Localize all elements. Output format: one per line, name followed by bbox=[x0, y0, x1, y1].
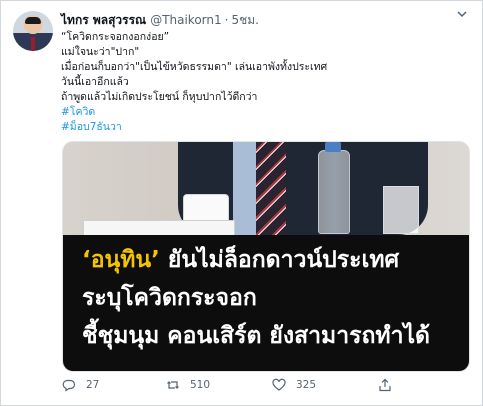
like-count: 325 bbox=[296, 379, 317, 391]
like-button[interactable]: 325 bbox=[272, 374, 316, 396]
headline-line-3: ชี้ชุมนุม คอนเสิร์ต ยังสามารถทำได้ bbox=[82, 323, 430, 349]
author-name[interactable]: ไทกร พลสุวรรณ bbox=[61, 11, 146, 30]
photo-nameplate bbox=[83, 220, 235, 235]
heart-icon bbox=[272, 378, 286, 391]
tweet-media[interactable]: ‘อนุทิน’ ยันไม่ล็อกดาวน์ประเทศ ระบุโควิด… bbox=[62, 141, 470, 372]
tweet-line: วันนี้เอาอีกแล้ว bbox=[61, 76, 129, 88]
retweet-button[interactable]: 510 bbox=[166, 374, 210, 396]
tweet-text: “โควิดกระจอกงอกง่อย” แม่ใจนะว่า"ปาก" เมื… bbox=[61, 30, 461, 135]
reply-icon bbox=[62, 379, 76, 392]
reply-count: 27 bbox=[86, 379, 100, 391]
retweet-icon bbox=[167, 381, 179, 389]
tweet-line: ถ้าพูดแล้วไม่เกิดประโยชน์ ก็หุบปากไว้ดีก… bbox=[61, 91, 258, 103]
tweet-line: “โควิดกระจอกงอกง่อย” bbox=[61, 31, 170, 43]
avatar[interactable] bbox=[13, 11, 53, 51]
photo-water-bottle bbox=[318, 150, 350, 234]
hashtag-link[interactable]: #โควิด bbox=[61, 105, 461, 120]
avatar-hair bbox=[25, 17, 41, 24]
tweet-card[interactable]: ไทกร พลสุวรรณ @Thaikorn1 · 5ชม. “โควิดกร… bbox=[0, 0, 483, 406]
headline-line-1: ‘อนุทิน’ ยันไม่ล็อกดาวน์ประเทศ bbox=[82, 242, 399, 278]
photo-tie bbox=[256, 142, 286, 235]
share-button[interactable] bbox=[378, 374, 392, 396]
tweet-time[interactable]: 5ชม. bbox=[231, 11, 259, 30]
tweet-line: เมื่อก่อนก็บอกว่า"เป็นไข้หวัดธรรมดา" เล่… bbox=[61, 61, 328, 73]
headline-line-1-rest: ยันไม่ล็อกดาวน์ประเทศ bbox=[159, 247, 400, 273]
reply-button[interactable]: 27 bbox=[62, 374, 99, 396]
news-photo bbox=[63, 142, 469, 235]
headline-quote: ‘อนุทิน’ bbox=[82, 247, 160, 273]
hashtag-link[interactable]: #ม็อบ7ธันวา bbox=[61, 120, 461, 135]
author-handle[interactable]: @Thaikorn1 bbox=[150, 13, 221, 27]
photo-bottle-cap bbox=[325, 142, 341, 152]
tweet-header: ไทกร พลสุวรรณ @Thaikorn1 · 5ชม. bbox=[61, 11, 259, 29]
separator-dot: · bbox=[224, 13, 229, 27]
more-options-button[interactable] bbox=[454, 8, 470, 24]
news-headline-banner: ‘อนุทิน’ ยันไม่ล็อกดาวน์ประเทศ ระบุโควิด… bbox=[63, 235, 469, 371]
share-icon bbox=[379, 378, 391, 392]
tweet-line: แม่ใจนะว่า"ปาก" bbox=[61, 46, 140, 58]
photo-glass bbox=[383, 186, 419, 234]
avatar-tie bbox=[31, 37, 35, 51]
headline-line-2: ระบุโควิดกระจอก bbox=[82, 285, 257, 311]
chevron-down-icon bbox=[457, 11, 467, 18]
retweet-count: 510 bbox=[190, 379, 211, 391]
